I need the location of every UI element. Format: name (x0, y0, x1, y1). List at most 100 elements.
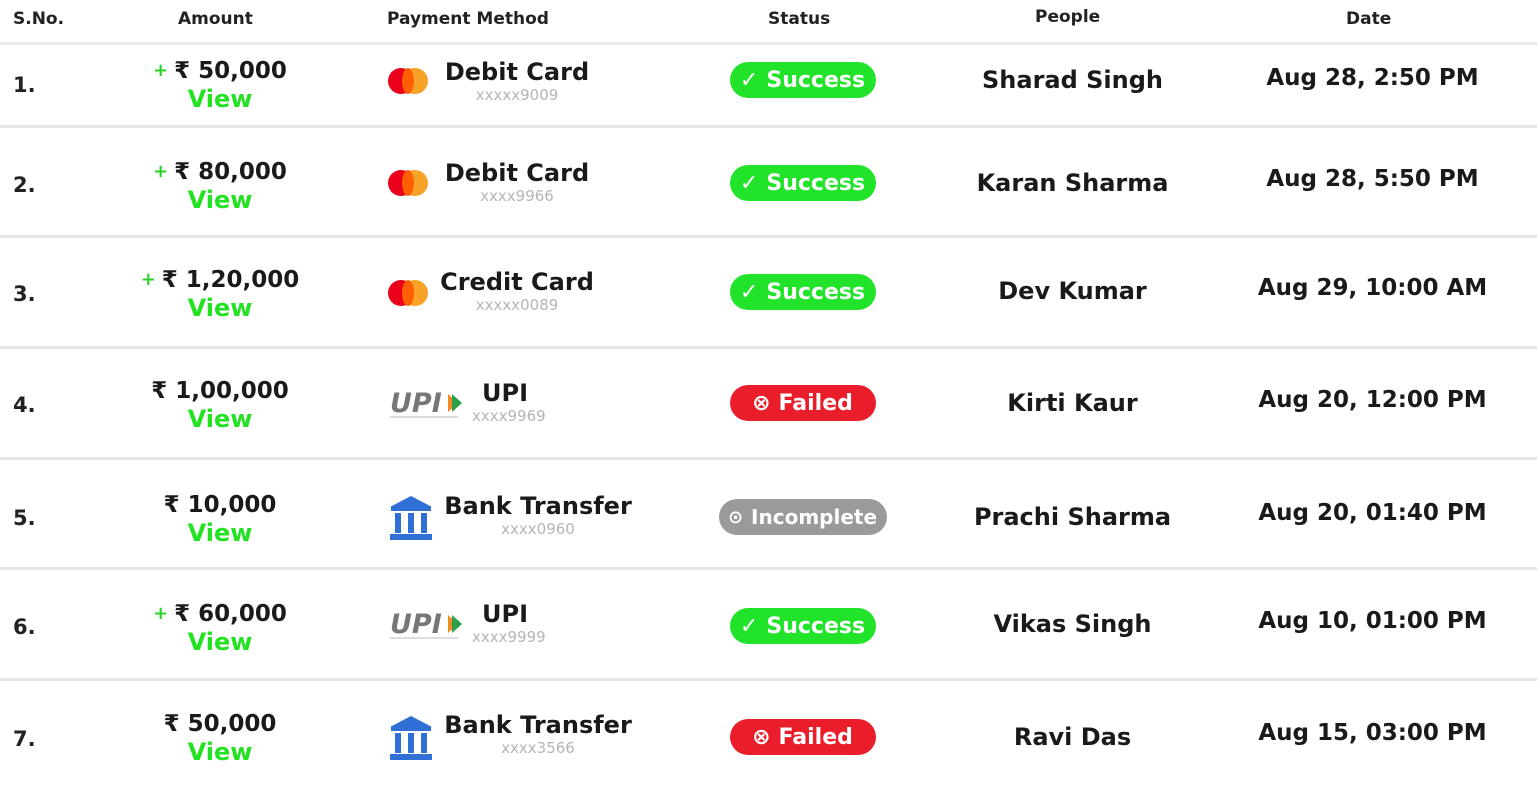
status-badge: ✓ Success (729, 62, 876, 98)
amount-value: ₹ 1,20,000 (161, 267, 300, 293)
payment-method-cell: UPI xxxx9969 (472, 379, 546, 425)
masked-account-number: xxxxx9009 (475, 86, 559, 104)
header-people: People (1035, 7, 1101, 27)
clock-circle-icon: ⊙ (727, 506, 744, 528)
row-number: 2. (13, 173, 36, 197)
transaction-date: Aug 15, 03:00 PM (1258, 720, 1487, 746)
upi-icon: UPI (388, 387, 464, 419)
payment-method-name: UPI (482, 600, 529, 628)
status-label: Success (766, 613, 866, 639)
header-amount: Amount (178, 9, 253, 29)
status-badge: ✓ Success (729, 608, 876, 644)
status-cell: ✓ Success (700, 165, 905, 201)
view-link[interactable]: View (120, 738, 320, 766)
person-name: Sharad Singh (982, 66, 1163, 94)
status-label: Failed (778, 390, 853, 416)
mastercard-icon (388, 280, 428, 306)
masked-account-number: xxxx9969 (472, 407, 546, 425)
status-label: Success (766, 279, 866, 305)
status-cell: ✓ Success (700, 62, 905, 98)
header-date: Date (1346, 9, 1392, 29)
status-cell: ✓ Success (700, 608, 905, 644)
view-link[interactable]: View (120, 294, 320, 322)
masked-account-number: xxxx0960 (501, 520, 575, 538)
status-label: Success (766, 170, 866, 196)
person-name: Ravi Das (1013, 723, 1132, 751)
table-row[interactable]: 3. + ₹ 1,20,000 View Credit Card xxxxx008… (0, 238, 1537, 349)
transaction-date: Aug 29, 10:00 AM (1257, 275, 1488, 301)
x-circle-icon: ⊗ (752, 390, 771, 416)
transaction-date: Aug 10, 01:00 PM (1258, 608, 1487, 634)
status-label: Incomplete (751, 505, 878, 529)
check-icon: ✓ (739, 67, 759, 93)
payment-method-cell: Debit Card xxxx9966 (442, 159, 592, 205)
credit-plus-sign: + (153, 161, 169, 182)
table-row[interactable]: 5. ₹ 10,000 View Bank Transfer xxxx0960 … (0, 460, 1537, 570)
status-badge: ⊗ Failed (729, 385, 876, 421)
amount-cell: ₹ 1,00,000 View (120, 378, 320, 433)
masked-account-number: xxxx3566 (501, 739, 575, 757)
view-link[interactable]: View (120, 186, 320, 214)
payment-method-name: UPI (482, 379, 529, 407)
transaction-date: Aug 28, 5:50 PM (1266, 166, 1479, 192)
amount-cell: + ₹ 80,000 View (120, 158, 320, 214)
x-circle-icon: ⊗ (752, 724, 771, 750)
status-label: Success (766, 67, 866, 93)
transaction-date: Aug 20, 12:00 PM (1258, 387, 1487, 413)
header-payment-method: Payment Method (387, 9, 549, 29)
status-badge: ✓ Success (729, 274, 876, 310)
credit-plus-sign: + (140, 269, 156, 290)
status-cell: ⊙ Incomplete (700, 499, 905, 535)
bank-icon (388, 494, 434, 546)
amount-value: ₹ 1,00,000 (151, 378, 289, 404)
status-cell: ⊗ Failed (700, 719, 905, 755)
view-link[interactable]: View (120, 85, 320, 113)
person-name: Dev Kumar (998, 277, 1147, 305)
amount-cell: + ₹ 60,000 View (120, 600, 320, 656)
row-number: 4. (13, 393, 36, 417)
row-number: 1. (13, 73, 36, 97)
amount-cell: + ₹ 1,20,000 View (120, 266, 320, 322)
person-name: Kirti Kaur (1007, 389, 1138, 417)
check-icon: ✓ (739, 279, 759, 305)
row-number: 7. (13, 727, 36, 751)
status-cell: ✓ Success (700, 274, 905, 310)
table-row[interactable]: 7. ₹ 50,000 View Bank Transfer xxxx3566 … (0, 681, 1537, 788)
transaction-date: Aug 28, 2:50 PM (1266, 65, 1479, 91)
status-label: Failed (778, 724, 853, 750)
payment-method-cell: Credit Card xxxxx0089 (436, 268, 598, 314)
mastercard-icon (388, 68, 428, 94)
amount-cell: + ₹ 50,000 View (120, 57, 320, 113)
payment-method-cell: Bank Transfer xxxx3566 (444, 711, 632, 757)
status-badge: ✓ Success (729, 165, 876, 201)
view-link[interactable]: View (120, 405, 320, 433)
row-number: 3. (13, 282, 36, 306)
svg-text:UPI: UPI (390, 388, 442, 419)
status-cell: ⊗ Failed (700, 385, 905, 421)
view-link[interactable]: View (120, 628, 320, 656)
view-link[interactable]: View (120, 519, 320, 547)
payment-method-name: Debit Card (444, 58, 590, 86)
person-name: Vikas Singh (993, 610, 1152, 638)
table-row[interactable]: 1. + ₹ 50,000 View Debit Card xxxxx9009 ✓… (0, 45, 1537, 128)
payment-method-name: Debit Card (444, 159, 590, 187)
table-row[interactable]: 4. ₹ 1,00,000 View UPI UPI xxxx9969 ⊗ Fai… (0, 349, 1537, 460)
amount-value: ₹ 50,000 (163, 711, 277, 737)
bank-icon (388, 714, 434, 766)
credit-plus-sign: + (153, 60, 169, 81)
amount-value: ₹ 10,000 (163, 492, 277, 518)
mastercard-icon (388, 170, 428, 196)
table-row[interactable]: 2. + ₹ 80,000 View Debit Card xxxx9966 ✓ S… (0, 128, 1537, 238)
person-name: Karan Sharma (976, 169, 1169, 197)
table-header: S.No. Amount Payment Method Status Peopl… (0, 0, 1537, 45)
masked-account-number: xxxx9999 (472, 628, 546, 646)
masked-account-number: xxxx9966 (480, 187, 554, 205)
status-badge: ⊗ Failed (729, 719, 876, 755)
payment-method-cell: UPI xxxx9999 (472, 600, 546, 646)
payment-method-name: Bank Transfer (444, 492, 632, 520)
amount-value: ₹ 60,000 (174, 601, 287, 627)
credit-plus-sign: + (153, 603, 169, 624)
check-icon: ✓ (739, 613, 759, 639)
table-row[interactable]: 6. + ₹ 60,000 View UPI UPI xxxx9999 ✓ Succ… (0, 570, 1537, 681)
header-sno: S.No. (13, 9, 65, 29)
